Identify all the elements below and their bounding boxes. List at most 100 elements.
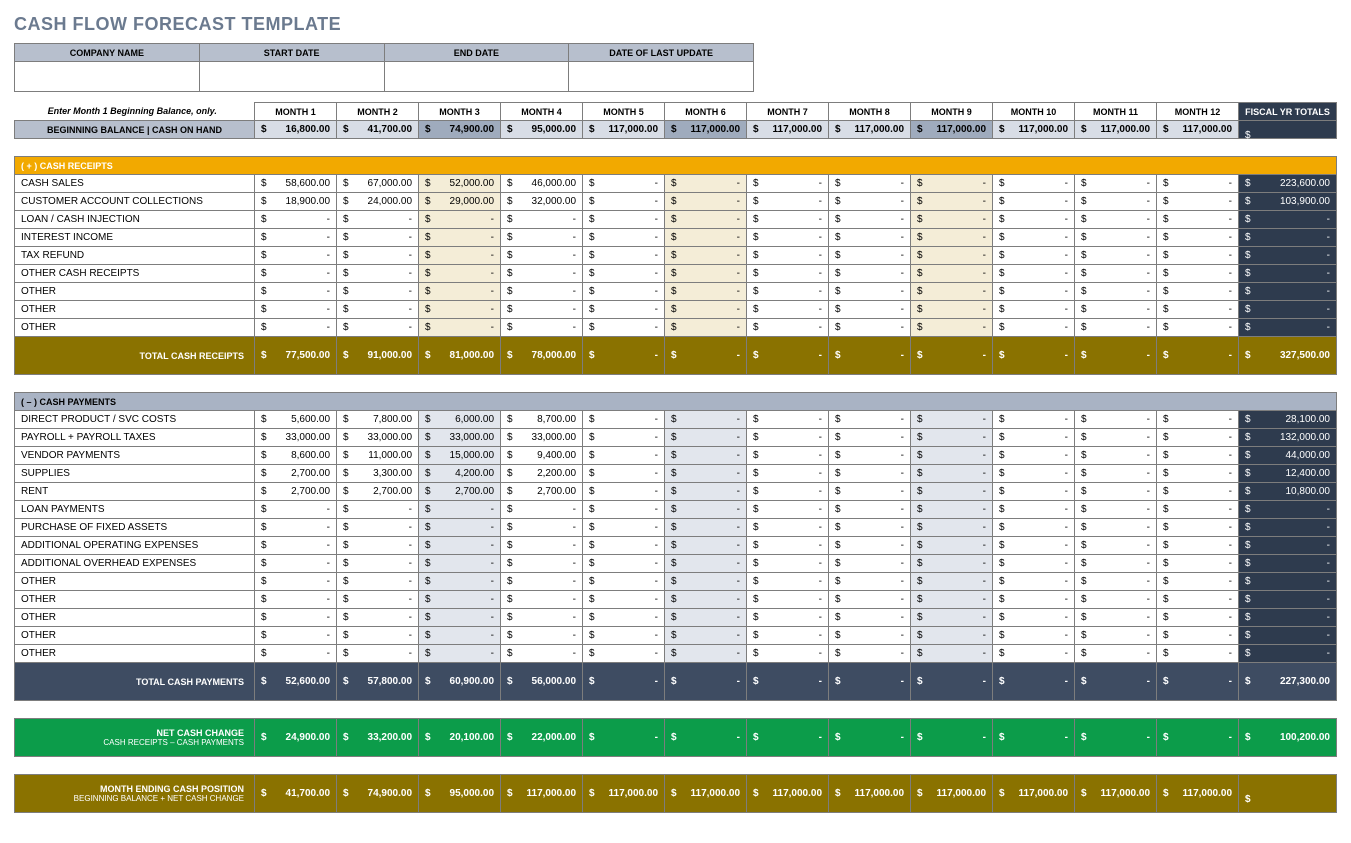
data-cell[interactable]: -: [829, 519, 911, 537]
data-cell[interactable]: -: [501, 319, 583, 337]
data-cell[interactable]: -: [993, 519, 1075, 537]
data-cell[interactable]: -: [993, 591, 1075, 609]
data-cell[interactable]: -: [911, 175, 993, 193]
data-cell[interactable]: -: [583, 555, 665, 573]
data-cell[interactable]: -: [665, 411, 747, 429]
data-cell[interactable]: -: [1157, 247, 1239, 265]
data-cell[interactable]: -: [501, 591, 583, 609]
data-cell[interactable]: 5,600.00: [255, 411, 337, 429]
data-cell[interactable]: -: [255, 555, 337, 573]
data-cell[interactable]: -: [1075, 627, 1157, 645]
data-cell[interactable]: -: [829, 229, 911, 247]
beg-balance-cell[interactable]: 41,700.00: [337, 121, 419, 139]
data-cell[interactable]: -: [665, 591, 747, 609]
data-cell[interactable]: -: [255, 229, 337, 247]
data-cell[interactable]: -: [993, 645, 1075, 663]
data-cell[interactable]: -: [993, 175, 1075, 193]
data-cell[interactable]: -: [501, 537, 583, 555]
data-cell[interactable]: -: [1157, 211, 1239, 229]
data-cell[interactable]: -: [583, 193, 665, 211]
data-cell[interactable]: -: [583, 465, 665, 483]
data-cell[interactable]: -: [501, 247, 583, 265]
meta-company[interactable]: [15, 62, 200, 92]
data-cell[interactable]: -: [1157, 501, 1239, 519]
data-cell[interactable]: 29,000.00: [419, 193, 501, 211]
data-cell[interactable]: -: [829, 465, 911, 483]
data-cell[interactable]: -: [747, 627, 829, 645]
beg-balance-cell[interactable]: 16,800.00: [255, 121, 337, 139]
data-cell[interactable]: -: [583, 483, 665, 501]
data-cell[interactable]: -: [993, 283, 1075, 301]
data-cell[interactable]: -: [337, 319, 419, 337]
data-cell[interactable]: -: [255, 591, 337, 609]
data-cell[interactable]: -: [583, 211, 665, 229]
data-cell[interactable]: -: [419, 627, 501, 645]
data-cell[interactable]: -: [665, 211, 747, 229]
data-cell[interactable]: -: [747, 645, 829, 663]
data-cell[interactable]: -: [993, 193, 1075, 211]
data-cell[interactable]: -: [829, 627, 911, 645]
data-cell[interactable]: 33,000.00: [337, 429, 419, 447]
data-cell[interactable]: -: [993, 537, 1075, 555]
data-cell[interactable]: -: [1075, 591, 1157, 609]
data-cell[interactable]: 9,400.00: [501, 447, 583, 465]
data-cell[interactable]: -: [255, 501, 337, 519]
data-cell[interactable]: -: [419, 501, 501, 519]
data-cell[interactable]: -: [583, 537, 665, 555]
data-cell[interactable]: -: [665, 645, 747, 663]
data-cell[interactable]: -: [583, 175, 665, 193]
data-cell[interactable]: -: [911, 319, 993, 337]
data-cell[interactable]: -: [1075, 519, 1157, 537]
data-cell[interactable]: -: [255, 211, 337, 229]
data-cell[interactable]: -: [1075, 483, 1157, 501]
meta-update[interactable]: [569, 62, 754, 92]
data-cell[interactable]: 15,000.00: [419, 447, 501, 465]
data-cell[interactable]: 2,700.00: [337, 483, 419, 501]
data-cell[interactable]: 33,000.00: [255, 429, 337, 447]
data-cell[interactable]: -: [337, 555, 419, 573]
data-cell[interactable]: -: [911, 645, 993, 663]
data-cell[interactable]: -: [501, 283, 583, 301]
data-cell[interactable]: -: [993, 501, 1075, 519]
beg-balance-cell[interactable]: 117,000.00: [1075, 121, 1157, 139]
data-cell[interactable]: -: [747, 591, 829, 609]
data-cell[interactable]: -: [583, 265, 665, 283]
data-cell[interactable]: -: [1157, 627, 1239, 645]
data-cell[interactable]: -: [665, 283, 747, 301]
data-cell[interactable]: -: [665, 501, 747, 519]
data-cell[interactable]: -: [829, 555, 911, 573]
data-cell[interactable]: -: [911, 501, 993, 519]
data-cell[interactable]: -: [501, 229, 583, 247]
data-cell[interactable]: -: [1157, 265, 1239, 283]
data-cell[interactable]: -: [1075, 447, 1157, 465]
data-cell[interactable]: -: [747, 175, 829, 193]
data-cell[interactable]: -: [747, 301, 829, 319]
data-cell[interactable]: -: [1157, 229, 1239, 247]
data-cell[interactable]: -: [829, 609, 911, 627]
data-cell[interactable]: -: [993, 211, 1075, 229]
data-cell[interactable]: -: [1157, 591, 1239, 609]
meta-start[interactable]: [199, 62, 384, 92]
data-cell[interactable]: -: [255, 609, 337, 627]
data-cell[interactable]: -: [501, 627, 583, 645]
data-cell[interactable]: -: [1075, 537, 1157, 555]
data-cell[interactable]: -: [1157, 645, 1239, 663]
data-cell[interactable]: -: [1075, 283, 1157, 301]
data-cell[interactable]: -: [501, 555, 583, 573]
data-cell[interactable]: -: [583, 573, 665, 591]
data-cell[interactable]: -: [337, 519, 419, 537]
data-cell[interactable]: -: [993, 429, 1075, 447]
data-cell[interactable]: -: [1075, 609, 1157, 627]
data-cell[interactable]: -: [419, 229, 501, 247]
data-cell[interactable]: -: [337, 229, 419, 247]
data-cell[interactable]: -: [665, 447, 747, 465]
data-cell[interactable]: -: [665, 319, 747, 337]
data-cell[interactable]: -: [1075, 175, 1157, 193]
data-cell[interactable]: -: [583, 609, 665, 627]
data-cell[interactable]: -: [337, 265, 419, 283]
data-cell[interactable]: -: [337, 211, 419, 229]
data-cell[interactable]: 2,700.00: [501, 483, 583, 501]
data-cell[interactable]: -: [337, 301, 419, 319]
beg-balance-cell[interactable]: 117,000.00: [911, 121, 993, 139]
data-cell[interactable]: -: [911, 247, 993, 265]
